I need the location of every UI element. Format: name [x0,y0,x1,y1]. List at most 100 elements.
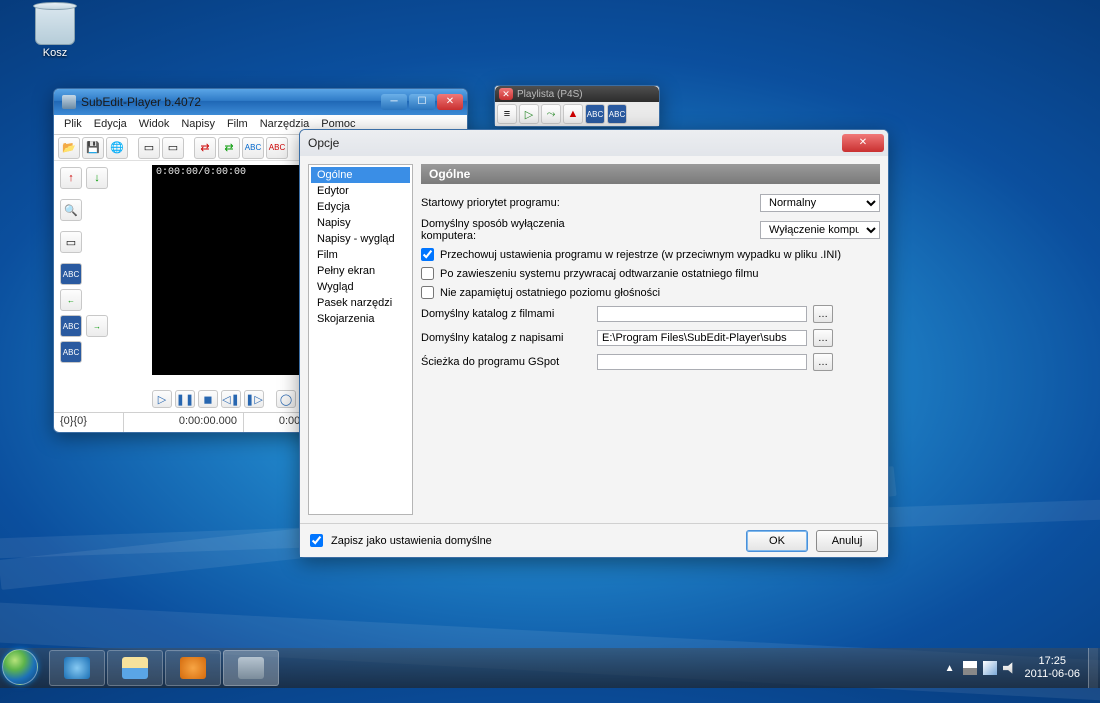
options-close-icon[interactable]: ✕ [842,134,884,152]
registry-checkbox[interactable] [421,248,434,261]
subs-dir-browse[interactable]: … [813,329,833,347]
priority-label: Startowy priorytet programu: [421,197,591,209]
player-close-icon[interactable]: ✕ [437,94,463,110]
pause-icon[interactable]: ❚❚ [175,390,195,408]
category-pelny-ekran[interactable]: Pełny ekran [311,263,410,279]
category-edytor[interactable]: Edytor [311,183,410,199]
category-edycja[interactable]: Edycja [311,199,410,215]
gspot-input[interactable] [597,354,807,370]
side-doc-icon[interactable]: ▭ [60,231,82,253]
playlist-shuffle-icon[interactable]: ⤳ [541,104,561,124]
volume-checkbox[interactable] [421,286,434,299]
category-list[interactable]: Ogólne Edytor Edycja Napisy Napisy - wyg… [308,164,413,515]
volume-label: Nie zapamiętuj ostatniego poziomu głośno… [440,287,660,299]
explorer-icon [122,657,148,679]
tool-edit-icon[interactable]: ABC [242,137,264,159]
status-t1: 0:00:00.000 [124,413,244,432]
menu-widok[interactable]: Widok [135,117,174,132]
category-napisy-wyglad[interactable]: Napisy - wygląd [311,231,410,247]
play-icon[interactable]: ▷ [152,390,172,408]
show-desktop-button[interactable] [1088,648,1098,688]
subedit-icon [238,657,264,679]
gspot-browse[interactable]: … [813,353,833,371]
resume-label: Po zawieszeniu systemu przywracaj odtwar… [440,268,759,280]
save-default-label: Zapisz jako ustawienia domyślne [331,535,492,547]
tool-save-icon[interactable]: 💾 [82,137,104,159]
side-abc-right-icon[interactable]: → [86,315,108,337]
options-dialog: Opcje ✕ Ogólne Edytor Edycja Napisy Napi… [299,129,889,558]
side-search-icon[interactable]: 🔍 [60,199,82,221]
tool-open-icon[interactable]: 📂 [58,137,80,159]
tool-web-icon[interactable]: 🌐 [106,137,128,159]
tray-chevron-up-icon[interactable]: ▲ [945,663,955,674]
network-icon[interactable] [983,661,997,675]
action-center-icon[interactable] [963,661,977,675]
playlist-title: Playlista (P4S) [513,89,655,100]
side-up-icon[interactable]: ↑ [60,167,82,189]
shutdown-label: Domyślny sposób wyłączenia komputera: [421,218,591,242]
taskbar-ie[interactable] [49,650,105,686]
player-app-icon [62,95,76,109]
cancel-button[interactable]: Anuluj [816,530,878,552]
taskbar-explorer[interactable] [107,650,163,686]
player-titlebar[interactable]: SubEdit-Player b.4072 ─ ☐ ✕ [54,89,467,115]
player-title: SubEdit-Player b.4072 [81,95,381,109]
side-abc2-icon[interactable]: ABC [60,341,82,363]
taskbar-wmp[interactable] [165,650,221,686]
playlist-play-icon[interactable]: ▷ [519,104,539,124]
category-film[interactable]: Film [311,247,410,263]
step-back-icon[interactable]: ◁❚ [221,390,241,408]
menu-napisy[interactable]: Napisy [177,117,219,132]
category-ogolne[interactable]: Ogólne [311,167,410,183]
volume-icon[interactable] [1003,661,1017,675]
desktop-trash[interactable]: Kosz [25,5,85,59]
playlist-abc2-icon[interactable]: ABC [607,104,627,124]
taskbar-clock[interactable]: 17:25 2011-06-06 [1025,655,1080,681]
subs-dir-input[interactable] [597,330,807,346]
tool-shift2-icon[interactable]: ⇄ [218,137,240,159]
playlist-close-icon[interactable]: ✕ [499,88,513,100]
menu-film[interactable]: Film [223,117,252,132]
side-abc-left-icon[interactable]: ← [60,289,82,311]
tool-page1-icon[interactable]: ▭ [138,137,160,159]
playlist-list-icon[interactable]: ≡ [497,104,517,124]
taskbar-subedit[interactable] [223,650,279,686]
tool-shift1-icon[interactable]: ⇄ [194,137,216,159]
options-titlebar[interactable]: Opcje ✕ [300,130,888,156]
side-down-icon[interactable]: ↓ [86,167,108,189]
panel-title: Ogólne [421,164,880,184]
shutdown-select[interactable]: Wyłączenie komputera [760,221,880,239]
step-fwd-icon[interactable]: ❚▷ [244,390,264,408]
category-napisy[interactable]: Napisy [311,215,410,231]
resume-checkbox[interactable] [421,267,434,280]
category-skojarzenia[interactable]: Skojarzenia [311,311,410,327]
clock-date: 2011-06-06 [1025,668,1080,681]
tool-mark-icon[interactable]: ABC [266,137,288,159]
record-icon[interactable]: ◯ [276,390,296,408]
movies-dir-input[interactable] [597,306,807,322]
priority-select[interactable]: Normalny [760,194,880,212]
playlist-abc1-icon[interactable]: ABC [585,104,605,124]
playlist-titlebar[interactable]: ✕ Playlista (P4S) [495,86,659,102]
start-button[interactable] [2,649,48,687]
stop-icon[interactable]: ◼ [198,390,218,408]
menu-edycja[interactable]: Edycja [90,117,131,132]
trash-icon [35,5,75,45]
movies-dir-browse[interactable]: … [813,305,833,323]
ok-button[interactable]: OK [746,530,808,552]
registry-label: Przechowuj ustawienia programu w rejestr… [440,249,841,261]
system-tray: ▲ 17:25 2011-06-06 [937,655,1088,681]
options-title: Opcje [308,136,842,150]
side-abc1-icon[interactable]: ABC [60,315,82,337]
category-wyglad[interactable]: Wygląd [311,279,410,295]
category-pasek[interactable]: Pasek narzędzi [311,295,410,311]
player-side-tools: ↑↓ 🔍 ▭ ABC ← ABC→ ABC [58,165,148,365]
player-maximize-icon[interactable]: ☐ [409,94,435,110]
trash-label: Kosz [25,47,85,59]
menu-plik[interactable]: Plik [60,117,86,132]
player-minimize-icon[interactable]: ─ [381,94,407,110]
playlist-up-icon[interactable]: ▲ [563,104,583,124]
save-default-checkbox[interactable] [310,534,323,547]
tool-page2-icon[interactable]: ▭ [162,137,184,159]
side-abc-blue-icon[interactable]: ABC [60,263,82,285]
